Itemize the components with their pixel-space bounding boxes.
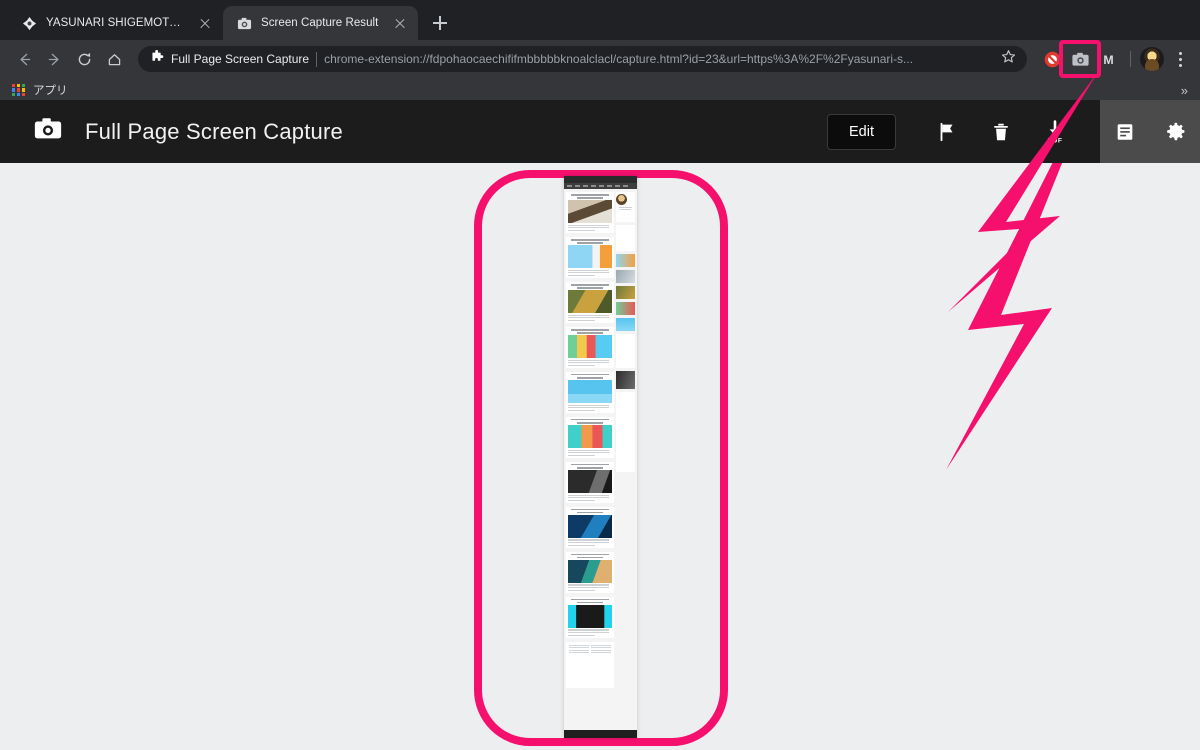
- svg-text:PDF: PDF: [1048, 137, 1063, 144]
- reload-icon[interactable]: [70, 45, 98, 73]
- list-item: [566, 192, 614, 233]
- preview-bottom-bar: [564, 730, 637, 738]
- app-toolbar: Edit PDF: [827, 100, 1200, 163]
- extension-chip: Full Page Screen Capture: [150, 49, 310, 69]
- bookmarks-bar: アプリ »: [0, 78, 1200, 102]
- chrome-menu-icon[interactable]: [1168, 46, 1192, 72]
- tab-title: Screen Capture Result: [261, 17, 379, 29]
- list-item: [566, 551, 614, 593]
- bookmarks-overflow-button[interactable]: »: [1181, 83, 1192, 98]
- apps-grid-icon: [12, 83, 25, 97]
- toolbar-divider: [1130, 51, 1131, 67]
- html-neon-graphic: [568, 604, 612, 628]
- list-item: [566, 506, 614, 548]
- gmail-icon[interactable]: M: [1095, 46, 1121, 72]
- settings-button[interactable]: [1150, 100, 1200, 163]
- list-item: [566, 371, 614, 413]
- camera-icon: [236, 15, 252, 31]
- illustration-bottles-people: [568, 335, 612, 359]
- puzzle-piece-icon: [150, 49, 164, 69]
- capture-canvas: [0, 163, 1200, 750]
- bookmark-label: アプリ: [33, 85, 68, 97]
- sidebar-widget: [616, 392, 635, 472]
- bookmark-star-icon[interactable]: [1001, 49, 1017, 69]
- illustration-sky-handshake: [568, 380, 612, 404]
- sidebar-thumb: [616, 286, 635, 299]
- new-tab-button[interactable]: [426, 9, 454, 37]
- tab-screen-capture-result[interactable]: Screen Capture Result: [223, 6, 418, 40]
- address-bar[interactable]: Full Page Screen Capture chrome-extensio…: [138, 46, 1027, 72]
- blue-presenter-photo: [568, 514, 612, 538]
- sidebar-profile: [616, 192, 635, 222]
- preview-article-list: [566, 192, 614, 727]
- screen-root: YASUNARI SHIGEMOTO BLOG Screen Capture R…: [0, 0, 1200, 750]
- omnibox-divider: [316, 51, 318, 67]
- extension-icon-row: M: [1035, 40, 1121, 78]
- preview-body: [564, 189, 637, 730]
- film-camera-photo: [568, 470, 612, 493]
- tab-strip: YASUNARI SHIGEMOTO BLOG Screen Capture R…: [0, 0, 1200, 40]
- browser-toolbar: Full Page Screen Capture chrome-extensio…: [0, 40, 1200, 78]
- illustration-computer-chart: [568, 245, 612, 269]
- tab-title: YASUNARI SHIGEMOTO BLOG: [46, 17, 188, 29]
- address-bar-url: chrome-extension://fdpohaocaechififmbbbb…: [324, 52, 914, 66]
- close-icon[interactable]: [197, 15, 213, 31]
- forward-arrow-icon[interactable]: [40, 45, 68, 73]
- preview-sidebar: [616, 192, 635, 727]
- sidebar-thumb: [616, 302, 635, 315]
- adblock-icon[interactable]: [1039, 46, 1065, 72]
- list-item: [566, 596, 614, 638]
- edit-button[interactable]: Edit: [827, 113, 896, 150]
- sidebar-widget: [616, 225, 635, 251]
- illustration-teal-group: [568, 425, 612, 449]
- list-item: [566, 236, 614, 278]
- list-item: [566, 461, 614, 503]
- tab-yasunari-shigemoto-blog[interactable]: YASUNARI SHIGEMOTO BLOG: [8, 6, 223, 40]
- delete-button[interactable]: [974, 100, 1028, 163]
- download-pdf-button[interactable]: PDF: [1028, 100, 1082, 163]
- sidebar-thumb: [616, 254, 635, 267]
- flag-button[interactable]: [920, 100, 974, 163]
- list-item: [566, 416, 614, 458]
- app-header: Full Page Screen Capture Edit PDF: [0, 100, 1200, 163]
- svg-text:M: M: [1103, 52, 1113, 66]
- app-brand: Full Page Screen Capture: [0, 114, 343, 149]
- camera-icon: [33, 114, 63, 149]
- extension-name: Full Page Screen Capture: [171, 52, 310, 66]
- list-item: [566, 281, 614, 323]
- smartphone-hand-photo: [568, 559, 612, 583]
- close-icon[interactable]: [392, 15, 408, 31]
- back-arrow-icon[interactable]: [10, 45, 38, 73]
- avatar: [616, 194, 627, 205]
- sidebar-widget: [616, 334, 635, 368]
- preview-header-bar: [564, 176, 637, 183]
- screenshot-preview[interactable]: [564, 176, 637, 738]
- diamond-icon: [21, 15, 37, 31]
- laptop-desk-photo: [568, 200, 612, 224]
- avatar[interactable]: [1140, 47, 1164, 71]
- list-item: [566, 326, 614, 368]
- document-button[interactable]: [1100, 100, 1150, 163]
- sunset-tree-photo: [568, 290, 612, 314]
- preview-footer: [566, 641, 614, 688]
- page-title: Full Page Screen Capture: [85, 118, 343, 144]
- sidebar-thumb: [616, 318, 635, 331]
- browser-chrome: YASUNARI SHIGEMOTO BLOG Screen Capture R…: [0, 0, 1200, 102]
- home-icon[interactable]: [100, 45, 128, 73]
- full-page-screen-capture-icon[interactable]: [1059, 40, 1101, 78]
- sidebar-thumb: [616, 371, 635, 389]
- bookmark-item-apps[interactable]: アプリ: [12, 82, 68, 98]
- sidebar-thumb: [616, 270, 635, 283]
